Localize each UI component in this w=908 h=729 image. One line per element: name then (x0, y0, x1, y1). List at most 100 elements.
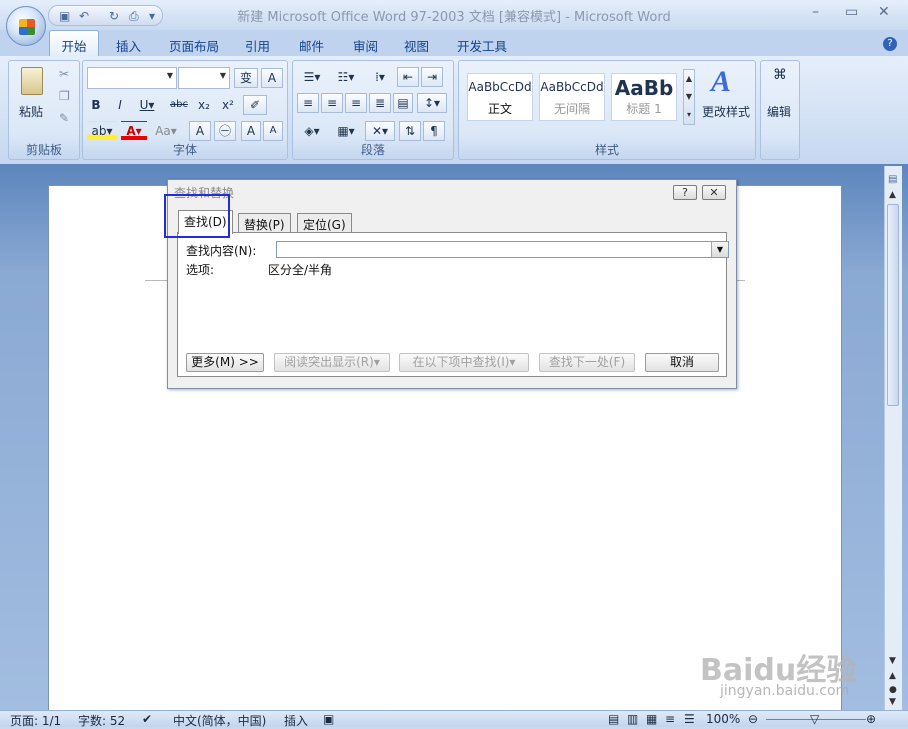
scroll-thumb[interactable] (887, 204, 899, 406)
show-marks-icon[interactable]: ¶ (423, 121, 445, 141)
shrink-font-icon[interactable]: A (263, 121, 283, 141)
increase-indent-icon[interactable]: ⇥ (421, 67, 443, 87)
copy-icon[interactable]: ❐ (59, 89, 70, 103)
print-preview-icon[interactable]: ⎙ (129, 9, 139, 24)
redo-icon[interactable]: ↻ (109, 9, 119, 23)
styles-scroll[interactable]: ▲ ▼ ▾ (683, 69, 695, 125)
zoom-in-icon[interactable]: ⊕ (866, 712, 876, 726)
prev-page-icon[interactable]: ▲ (889, 671, 896, 681)
zoom-slider-thumb[interactable]: ▽ (810, 712, 819, 726)
cut-icon[interactable]: ✂ (59, 67, 69, 81)
find-history-dropdown-icon[interactable]: ▼ (711, 242, 728, 257)
align-left-icon[interactable]: ≡ (297, 93, 319, 113)
zoom-out-icon[interactable]: ⊖ (748, 712, 758, 726)
tab-mailings[interactable]: 邮件 (299, 36, 324, 55)
tab-home[interactable]: 开始 (49, 30, 99, 56)
tab-developer[interactable]: 开发工具 (457, 36, 507, 55)
line-spacing-icon[interactable]: ↕▾ (417, 93, 447, 113)
proofing-icon[interactable]: ✔ (142, 712, 152, 726)
format-painter-icon[interactable]: ✎ (59, 111, 69, 125)
phonetic-guide-icon[interactable]: 变 (234, 68, 258, 88)
font-color-icon[interactable]: A▾ (121, 121, 147, 141)
bold-icon[interactable]: B (87, 95, 105, 115)
find-next-button[interactable]: 查找下一处(F) (539, 353, 635, 372)
find-what-input[interactable]: ▼ (276, 241, 729, 258)
styles-group-label: 样式 (594, 143, 619, 157)
font-family-select[interactable]: ▼ (87, 67, 177, 89)
decrease-indent-icon[interactable]: ⇤ (397, 67, 419, 87)
status-insert-mode[interactable]: 插入 (284, 712, 308, 729)
status-words[interactable]: 字数: 52 (78, 712, 125, 729)
tab-page-layout[interactable]: 页面布局 (169, 36, 219, 55)
web-layout-view-icon[interactable]: ▦ (646, 712, 657, 726)
justify-icon[interactable]: ≣ (369, 93, 391, 113)
sort-icon[interactable]: ⇅ (399, 121, 421, 141)
tab-references[interactable]: 引用 (245, 36, 270, 55)
style-normal[interactable]: AaBbCcDd 正文 (467, 73, 533, 121)
zoom-level[interactable]: 100% (706, 712, 740, 726)
paste-icon[interactable] (21, 67, 43, 95)
font-size-select[interactable]: ▼ (178, 67, 230, 89)
office-button[interactable] (6, 6, 46, 46)
draft-view-icon[interactable]: ☰ (684, 712, 695, 726)
vertical-scrollbar[interactable]: ▤ ▲ ▼ ▲ ● ▼ (884, 166, 902, 710)
multilevel-list-icon[interactable]: ⁞▾ (365, 67, 395, 87)
change-case-icon[interactable]: Aa▾ (151, 121, 181, 141)
paste-label[interactable]: 粘贴 (19, 103, 43, 120)
maximize-button[interactable]: ▭ (845, 4, 858, 20)
scroll-down-icon[interactable]: ▼ (889, 656, 896, 666)
tab-view[interactable]: 视图 (404, 36, 429, 55)
tab-replace[interactable]: 替换(P) (238, 213, 291, 233)
superscript-icon[interactable]: x² (217, 95, 239, 115)
help-icon[interactable]: ? (883, 37, 897, 51)
print-layout-view-icon[interactable]: ▤ (608, 712, 619, 726)
grow-font-icon[interactable]: A (241, 121, 261, 141)
char-shading-icon[interactable]: A (189, 121, 211, 141)
dialog-help-button[interactable]: ? (673, 185, 697, 200)
full-screen-view-icon[interactable]: ▥ (627, 712, 638, 726)
outline-view-icon[interactable]: ≡ (665, 712, 675, 726)
find-in-button[interactable]: 在以下项中查找(I)▾ (399, 353, 529, 372)
style-heading-1[interactable]: AaBb 标题 1 (611, 73, 677, 121)
minimize-button[interactable]: – (812, 4, 819, 20)
reading-highlight-button[interactable]: 阅读突出显示(R)▾ (274, 353, 390, 372)
chinese-layout-icon[interactable]: ✕▾ (365, 121, 395, 141)
macro-record-icon[interactable]: ▣ (323, 712, 334, 726)
borders-icon[interactable]: ▦▾ (331, 121, 361, 141)
tab-insert[interactable]: 插入 (116, 36, 141, 55)
tab-goto[interactable]: 定位(G) (297, 213, 352, 233)
highlight-color-icon[interactable]: ab▾ (87, 121, 117, 141)
scroll-up-icon[interactable]: ▲ (889, 190, 896, 200)
more-button[interactable]: 更多(M) >> (186, 353, 264, 372)
strikethrough-icon[interactable]: abc (167, 95, 191, 115)
italic-icon[interactable]: I (111, 95, 129, 115)
next-page-icon[interactable]: ▼ (889, 697, 896, 707)
tab-review[interactable]: 审阅 (353, 36, 378, 55)
distribute-icon[interactable]: ▤ (393, 93, 413, 113)
align-right-icon[interactable]: ≡ (345, 93, 367, 113)
binoculars-icon[interactable]: ⌘ (773, 67, 787, 83)
align-center-icon[interactable]: ≡ (321, 93, 343, 113)
char-border-icon[interactable]: A (261, 68, 283, 88)
dialog-close-button[interactable]: ✕ (702, 185, 726, 200)
shading-icon[interactable]: ◈▾ (297, 121, 327, 141)
style-no-spacing[interactable]: AaBbCcDd 无间隔 (539, 73, 605, 121)
enclose-char-icon[interactable]: ㊀ (214, 121, 236, 141)
browse-object-icon[interactable]: ● (889, 685, 897, 695)
cancel-button[interactable]: 取消 (645, 353, 719, 372)
customize-qat-icon[interactable]: ▾ (149, 9, 155, 23)
status-language[interactable]: 中文(简体，中国) (173, 712, 266, 729)
change-styles-icon[interactable]: A (711, 65, 731, 99)
undo-icon[interactable]: ↶ (79, 9, 89, 23)
bullets-icon[interactable]: ☰▾ (297, 67, 327, 87)
subscript-icon[interactable]: x₂ (193, 95, 215, 115)
numbering-icon[interactable]: ☷▾ (331, 67, 361, 87)
change-styles-label[interactable]: 更改样式 (702, 103, 750, 120)
status-page[interactable]: 页面: 1/1 (10, 712, 61, 729)
underline-icon[interactable]: U▾ (135, 95, 159, 115)
editing-label[interactable]: 编辑 (767, 103, 791, 120)
save-icon[interactable]: ▣ (59, 9, 70, 23)
clear-format-icon[interactable]: ✐ (243, 95, 267, 115)
ruler-toggle-icon[interactable]: ▤ (888, 174, 897, 185)
close-button[interactable]: ✕ (878, 4, 890, 20)
